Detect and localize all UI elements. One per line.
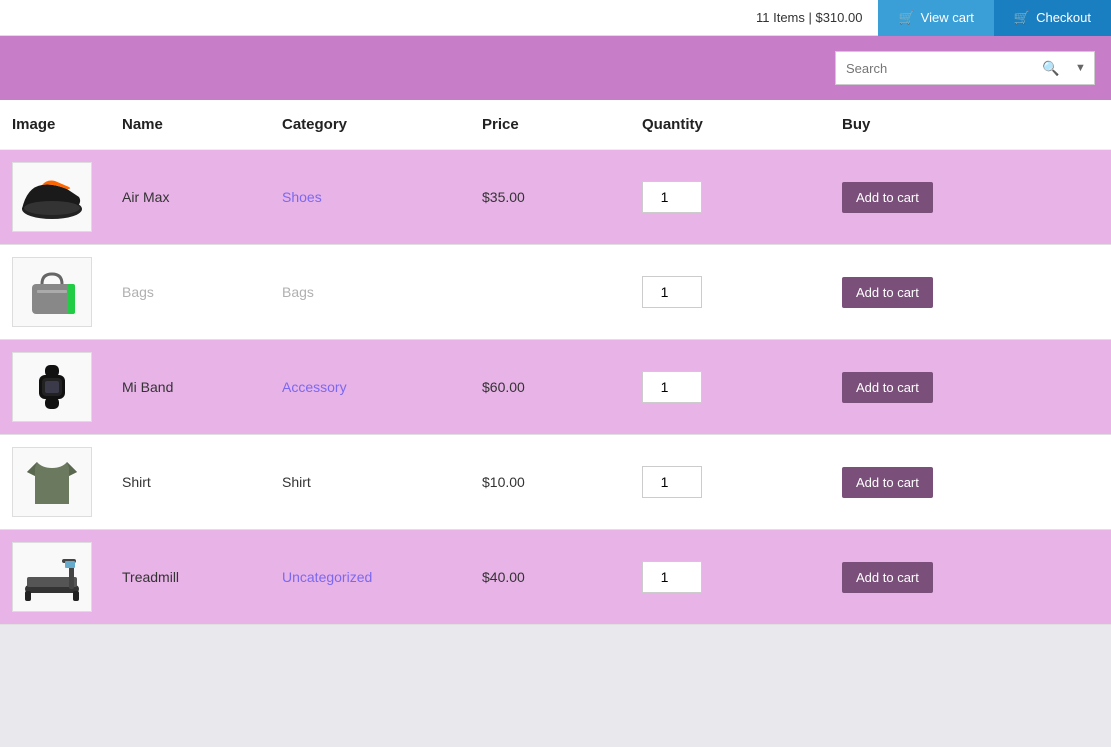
- top-bar: 11 Items | $310.00 🛒 View cart 🛒 Checkou…: [0, 0, 1111, 36]
- header-bar: 🔍 ▼: [0, 36, 1111, 100]
- add-to-cart-button[interactable]: Add to cart: [842, 372, 933, 403]
- product-name: Shirt: [122, 474, 282, 490]
- search-wrapper: 🔍 ▼: [835, 51, 1095, 85]
- product-category[interactable]: Shoes: [282, 189, 482, 205]
- add-to-cart-button[interactable]: Add to cart: [842, 182, 933, 213]
- col-category: Category: [282, 116, 482, 133]
- add-to-cart-button[interactable]: Add to cart: [842, 562, 933, 593]
- product-buy-cell: Add to cart: [842, 277, 1002, 308]
- product-table: Image Name Category Price Quantity Buy A…: [0, 100, 1111, 625]
- cart-summary: 11 Items | $310.00: [740, 10, 878, 25]
- product-image-cell: [12, 542, 122, 612]
- product-category[interactable]: Accessory: [282, 379, 482, 395]
- search-input[interactable]: [835, 51, 1035, 85]
- product-price: $10.00: [482, 474, 642, 490]
- product-qty-cell: [642, 181, 842, 213]
- product-name: Mi Band: [122, 379, 282, 395]
- col-price: Price: [482, 116, 642, 133]
- product-image-cell: [12, 352, 122, 422]
- table-row: Air Max Shoes $35.00 Add to cart: [0, 150, 1111, 245]
- product-category: Shirt: [282, 474, 482, 490]
- product-name: Treadmill: [122, 569, 282, 585]
- product-image: [12, 352, 92, 422]
- product-image: [12, 447, 92, 517]
- product-qty-cell: [642, 276, 842, 308]
- quantity-input[interactable]: [642, 371, 702, 403]
- col-name: Name: [122, 116, 282, 133]
- product-buy-cell: Add to cart: [842, 372, 1002, 403]
- search-dropdown-button[interactable]: ▼: [1067, 51, 1095, 85]
- add-to-cart-button[interactable]: Add to cart: [842, 467, 933, 498]
- product-image-cell: [12, 447, 122, 517]
- product-price: $60.00: [482, 379, 642, 395]
- search-button[interactable]: 🔍: [1035, 51, 1067, 85]
- product-image-cell: [12, 162, 122, 232]
- product-buy-cell: Add to cart: [842, 182, 1002, 213]
- product-buy-cell: Add to cart: [842, 562, 1002, 593]
- quantity-input[interactable]: [642, 561, 702, 593]
- chevron-down-icon: ▼: [1075, 62, 1086, 74]
- product-price: $40.00: [482, 569, 642, 585]
- product-qty-cell: [642, 561, 842, 593]
- checkout-icon: 🛒: [1014, 10, 1030, 26]
- table-headers: Image Name Category Price Quantity Buy: [0, 100, 1111, 150]
- product-qty-cell: [642, 371, 842, 403]
- table-row: Bags Bags Add to cart: [0, 245, 1111, 340]
- quantity-input[interactable]: [642, 276, 702, 308]
- product-name: Air Max: [122, 189, 282, 205]
- product-image-cell: [12, 257, 122, 327]
- table-row: Mi Band Accessory $60.00 Add to cart: [0, 340, 1111, 435]
- add-to-cart-button[interactable]: Add to cart: [842, 277, 933, 308]
- table-row: Treadmill Uncategorized $40.00 Add to ca…: [0, 530, 1111, 625]
- product-buy-cell: Add to cart: [842, 467, 1002, 498]
- cart-icon: 🛒: [898, 10, 914, 26]
- product-image: [12, 162, 92, 232]
- product-category: Bags: [282, 284, 482, 300]
- product-name: Bags: [122, 284, 282, 300]
- col-buy: Buy: [842, 116, 1002, 133]
- quantity-input[interactable]: [642, 181, 702, 213]
- product-qty-cell: [642, 466, 842, 498]
- col-quantity: Quantity: [642, 116, 842, 133]
- checkout-button[interactable]: 🛒 Checkout: [994, 0, 1111, 36]
- col-image: Image: [12, 116, 122, 133]
- view-cart-button[interactable]: 🛒 View cart: [878, 0, 993, 36]
- search-icon: 🔍: [1042, 60, 1059, 77]
- product-price: $35.00: [482, 189, 642, 205]
- table-row: Shirt Shirt $10.00 Add to cart: [0, 435, 1111, 530]
- product-image: [12, 257, 92, 327]
- product-image: [12, 542, 92, 612]
- quantity-input[interactable]: [642, 466, 702, 498]
- product-category[interactable]: Uncategorized: [282, 569, 482, 585]
